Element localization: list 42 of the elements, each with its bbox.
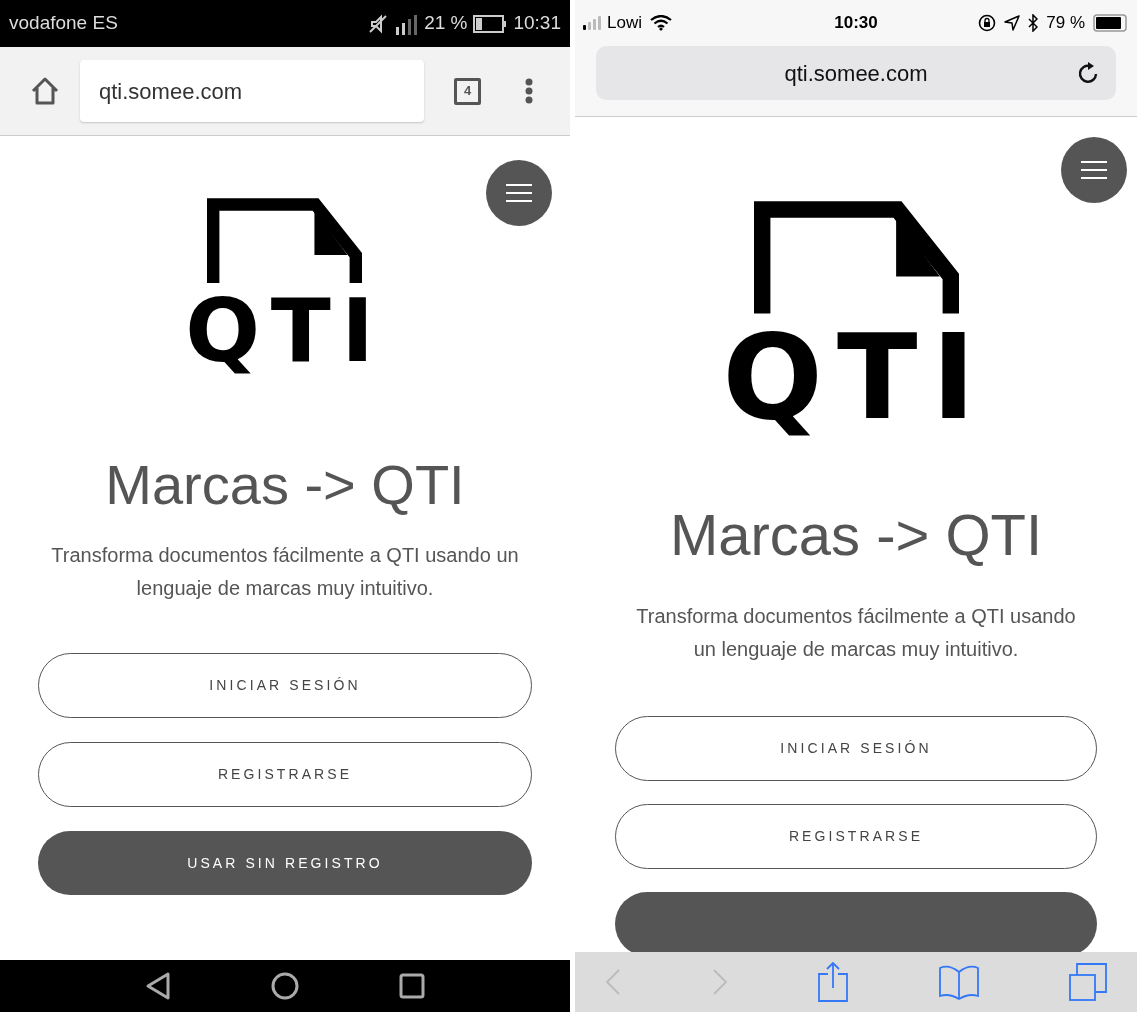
rotation-lock-icon bbox=[978, 14, 997, 32]
menu-icon bbox=[506, 184, 532, 202]
more-icon[interactable] bbox=[525, 78, 533, 104]
logo-text: QTI bbox=[185, 287, 385, 376]
clock: 10:31 bbox=[513, 11, 561, 36]
back-icon[interactable] bbox=[145, 971, 171, 1001]
battery-percent: 79 % bbox=[1046, 12, 1085, 35]
menu-icon bbox=[1081, 161, 1107, 179]
share-icon[interactable] bbox=[818, 962, 848, 1002]
signal-icon bbox=[394, 12, 419, 35]
document-icon bbox=[207, 198, 363, 284]
carrier-name: Lowi bbox=[607, 12, 642, 35]
logo-text: QTI bbox=[722, 317, 990, 436]
battery-icon bbox=[1093, 14, 1129, 32]
wifi-icon bbox=[649, 15, 672, 31]
recents-icon[interactable] bbox=[399, 973, 425, 999]
home-icon[interactable] bbox=[271, 972, 299, 1000]
bookmarks-icon[interactable] bbox=[938, 964, 979, 1000]
document-icon bbox=[753, 201, 959, 314]
tabs-icon[interactable] bbox=[1069, 963, 1107, 1001]
filled-button[interactable]: USAR SIN REGISTRO bbox=[38, 831, 532, 896]
outline-button[interactable]: REGISTRARSE bbox=[615, 803, 1097, 869]
page-title: Marcas -> QTI bbox=[105, 457, 465, 514]
tab-count[interactable]: 4 bbox=[454, 77, 481, 105]
home-icon[interactable] bbox=[30, 77, 60, 105]
page-description: Transforma documentos fácilmente a QTI usando un lenguaje de marcas muy intuitivo. bbox=[50, 543, 520, 602]
page-title: Marcas -> QTI bbox=[669, 505, 1043, 564]
mute-icon bbox=[368, 13, 389, 34]
bluetooth-icon bbox=[1028, 14, 1039, 32]
address-field[interactable]: qti.somee.com bbox=[80, 60, 424, 122]
outline-button[interactable]: REGISTRARSE bbox=[38, 742, 532, 808]
battery-icon bbox=[473, 14, 508, 33]
page-description: Transforma documentos fácilmente a QTI usando un lenguaje de marcas muy intuitivo. bbox=[635, 603, 1077, 662]
outline-button[interactable]: INICIAR SESIÓN bbox=[38, 653, 532, 719]
carrier-name: vodafone ES bbox=[9, 11, 118, 36]
clock: 10:30 bbox=[834, 12, 878, 35]
url-text: qti.somee.com bbox=[784, 59, 928, 88]
address-field[interactable]: qti.somee.com bbox=[596, 46, 1116, 100]
location-icon bbox=[1004, 15, 1021, 31]
outline-button[interactable]: INICIAR SESIÓN bbox=[615, 715, 1097, 781]
reload-icon[interactable] bbox=[1078, 61, 1100, 85]
battery-percent: 21 % bbox=[424, 11, 468, 36]
